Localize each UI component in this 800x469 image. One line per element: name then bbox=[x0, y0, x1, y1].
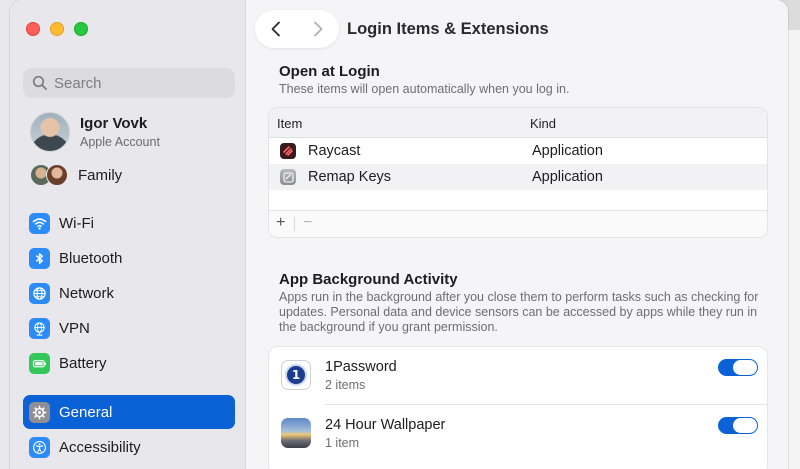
settings-window: Igor Vovk Apple Account Family Wi-Fi Bl bbox=[10, 0, 788, 469]
search-icon bbox=[32, 75, 47, 90]
background-activity-title: App Background Activity bbox=[279, 271, 458, 288]
search-input[interactable] bbox=[54, 74, 224, 92]
raycast-icon bbox=[280, 143, 296, 159]
minimize-button[interactable] bbox=[50, 22, 64, 36]
maximize-button[interactable] bbox=[74, 22, 88, 36]
login-items-table: Item Kind Raycast Application Remap Keys… bbox=[268, 107, 768, 238]
sidebar-item-wifi[interactable]: Wi-Fi bbox=[23, 206, 235, 240]
page-title: Login Items & Extensions bbox=[347, 20, 549, 38]
column-header-item[interactable]: Item bbox=[277, 116, 302, 131]
table-row[interactable]: Raycast Application bbox=[269, 138, 767, 164]
sidebar-item-accessibility[interactable]: Accessibility bbox=[23, 430, 235, 464]
forward-button[interactable] bbox=[297, 10, 339, 48]
main-panel: Login Items & Extensions Open at Login T… bbox=[246, 0, 788, 469]
row-kind: Application bbox=[532, 169, 603, 185]
toolbar: Login Items & Extensions bbox=[246, 0, 788, 56]
1password-toggle[interactable] bbox=[718, 359, 758, 376]
sidebar-item-family[interactable]: Family bbox=[30, 164, 122, 186]
list-item: 24 Hour Wallpaper 1 item bbox=[269, 405, 767, 463]
sidebar-item-label: Family bbox=[78, 166, 123, 184]
24-hour-wallpaper-icon bbox=[281, 418, 311, 448]
account-name: Igor Vovk bbox=[80, 115, 148, 132]
app-name: 1Password bbox=[325, 359, 397, 375]
open-at-login-title: Open at Login bbox=[279, 63, 380, 80]
1password-icon: 1 bbox=[281, 360, 311, 390]
divider bbox=[294, 217, 295, 231]
bluetooth-icon bbox=[29, 247, 50, 269]
sidebar-item-label: Network bbox=[59, 284, 115, 302]
sidebar-item-label: VPN bbox=[59, 319, 90, 337]
wifi-icon bbox=[29, 212, 50, 234]
sidebar-item-label: General bbox=[59, 403, 113, 421]
sidebar: Igor Vovk Apple Account Family Wi-Fi Bl bbox=[10, 0, 246, 469]
row-kind: Application bbox=[532, 143, 603, 159]
sidebar-item-label: Wi-Fi bbox=[59, 214, 94, 232]
column-header-kind[interactable]: Kind bbox=[530, 116, 556, 131]
gear-icon bbox=[29, 401, 50, 423]
sidebar-item-label: Bluetooth bbox=[59, 249, 123, 267]
battery-icon bbox=[29, 352, 50, 374]
sidebar-item-general[interactable]: General bbox=[23, 395, 235, 429]
remap-keys-icon bbox=[280, 169, 296, 185]
accessibility-icon bbox=[29, 436, 50, 458]
apple-account-item[interactable]: Igor Vovk Apple Account bbox=[30, 112, 160, 152]
list-item: 1 1Password 2 items bbox=[269, 347, 767, 405]
table-footer: + − bbox=[269, 210, 767, 237]
24-hour-wallpaper-toggle[interactable] bbox=[718, 417, 758, 434]
sidebar-item-label: Battery bbox=[59, 354, 107, 372]
background-activity-description: Apps run in the background after you clo… bbox=[279, 290, 759, 334]
sidebar-item-network[interactable]: Network bbox=[23, 276, 235, 310]
app-subtitle: 2 items bbox=[325, 378, 366, 392]
globe-icon bbox=[29, 282, 50, 304]
family-avatars bbox=[30, 164, 70, 186]
navigation-buttons bbox=[255, 10, 339, 48]
row-name: Remap Keys bbox=[308, 169, 392, 185]
chevron-left-icon bbox=[271, 21, 280, 37]
avatar bbox=[30, 112, 70, 152]
add-button[interactable]: + bbox=[276, 214, 285, 232]
table-header: Item Kind bbox=[269, 108, 767, 138]
remove-button[interactable]: − bbox=[303, 214, 312, 232]
account-subtitle: Apple Account bbox=[80, 135, 160, 149]
sidebar-item-battery[interactable]: Battery bbox=[23, 346, 235, 380]
sidebar-item-vpn[interactable]: VPN bbox=[23, 311, 235, 345]
sidebar-item-label: Accessibility bbox=[59, 438, 141, 456]
back-button[interactable] bbox=[255, 10, 297, 48]
chevron-right-icon bbox=[314, 21, 323, 37]
app-subtitle: 1 item bbox=[325, 436, 360, 450]
open-at-login-description: These items will open automatically when… bbox=[279, 82, 570, 96]
background-apps-list: 1 1Password 2 items 24 Hour Wallpaper 1 … bbox=[268, 346, 768, 469]
search-field[interactable] bbox=[23, 68, 235, 98]
row-name: Raycast bbox=[308, 143, 361, 159]
table-row[interactable]: Remap Keys Application bbox=[269, 164, 767, 190]
sidebar-item-bluetooth[interactable]: Bluetooth bbox=[23, 241, 235, 275]
vpn-globe-icon bbox=[29, 317, 50, 339]
app-name: 24 Hour Wallpaper bbox=[325, 417, 446, 433]
close-button[interactable] bbox=[26, 22, 40, 36]
window-controls bbox=[26, 22, 88, 36]
